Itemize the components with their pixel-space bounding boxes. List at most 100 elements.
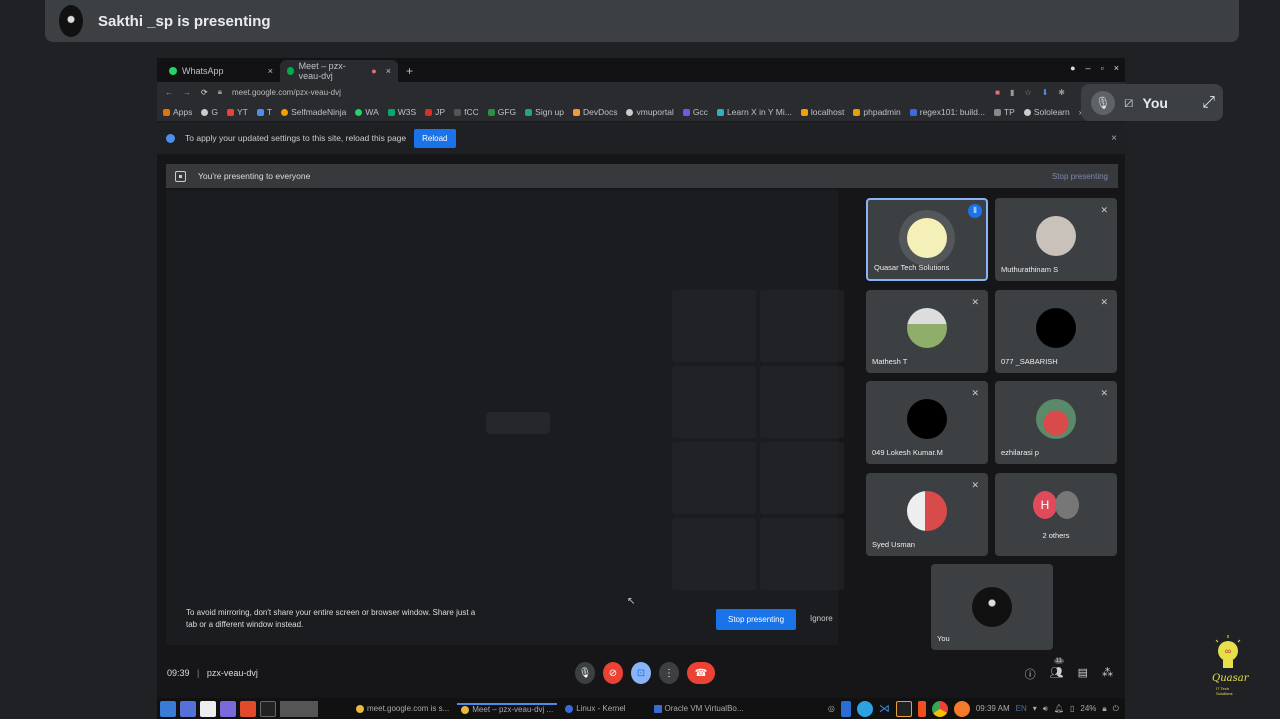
forward-icon[interactable]: →	[183, 88, 191, 97]
bookmark[interactable]: phpadmin	[853, 107, 901, 117]
new-tab-button[interactable]: +	[406, 60, 413, 82]
power-icon[interactable]: ⏻	[1113, 704, 1119, 714]
stop-presenting-button[interactable]: Stop presenting	[716, 609, 797, 630]
back-icon[interactable]: ←	[165, 88, 173, 97]
terminal-icon[interactable]	[260, 700, 276, 717]
telegram-icon[interactable]	[856, 700, 873, 717]
taskbar-task[interactable]: Oracle VM VirtualBo...	[650, 704, 748, 713]
mic-off-icon[interactable]: 🎙︎	[1091, 90, 1115, 115]
people-icon[interactable]: 👥︎ 11	[1050, 658, 1064, 682]
wifi-icon[interactable]: ▾	[1033, 704, 1037, 713]
bookmark[interactable]: Sign up	[525, 107, 564, 117]
address-bar: ← → ⟳ 🔒︎ meet.google.com/pzx-veau-dvj ■ …	[157, 82, 1125, 102]
bookmark[interactable]: TP	[993, 107, 1015, 117]
participant-tile[interactable]: ✕ Muthurathinam S	[995, 198, 1117, 281]
shared-screen: WhatsApp × Meet – pzx-veau-dvj ● × + ● –…	[157, 58, 1125, 719]
mirrored-controls	[486, 412, 550, 434]
mic-off-icon: ✕	[1100, 297, 1108, 307]
participant-tile-others[interactable]: H 2 others	[995, 473, 1117, 556]
chat-icon[interactable]: ▤	[1078, 666, 1088, 682]
star-icon[interactable]: ☆	[1024, 88, 1031, 97]
bookmark[interactable]: Apps	[163, 107, 192, 117]
tab-meet[interactable]: Meet – pzx-veau-dvj ● ×	[280, 60, 398, 82]
self-view-pill[interactable]: 🎙︎ ⧄ You ⤢	[1081, 84, 1223, 121]
camera-blocked-icon[interactable]: ■	[995, 88, 1000, 97]
volume-icon[interactable]: 🔊︎	[1043, 704, 1048, 714]
taskbar-task[interactable]: meet.google.com is s...	[352, 704, 453, 713]
maximize-icon[interactable]: ▫	[1101, 63, 1104, 73]
bookmark[interactable]: regex101: build...	[909, 107, 985, 117]
taskbar-task[interactable]: Linux - Kernel	[561, 704, 629, 713]
clock[interactable]: 09:39 AM	[976, 704, 1010, 713]
minimize-icon[interactable]: –	[1086, 63, 1091, 73]
firefox-icon[interactable]	[953, 700, 970, 717]
bookmark[interactable]: T	[256, 107, 272, 117]
close-icon[interactable]: ×	[1111, 133, 1117, 144]
participant-tile[interactable]: ✕ ezhilarasi p	[995, 381, 1117, 464]
url-field[interactable]: meet.google.com/pzx-veau-dvj	[232, 88, 341, 97]
participant-tile[interactable]: ⦀ Quasar Tech Solutions	[866, 198, 988, 281]
stop-presenting-link[interactable]: Stop presenting	[1052, 172, 1108, 181]
participant-tile-self[interactable]: You	[931, 564, 1053, 650]
reload-icon[interactable]: ⟳	[201, 88, 208, 97]
bookmark[interactable]: SelfmadeNinja	[281, 107, 346, 117]
bookmark[interactable]: WA	[355, 107, 379, 117]
bookmark[interactable]: G	[201, 107, 218, 117]
files-icon[interactable]	[200, 700, 216, 717]
bookmark[interactable]: DevDocs	[573, 107, 617, 117]
bookmark[interactable]: GFG	[487, 107, 516, 117]
camera-off-button[interactable]: ⊘	[603, 662, 623, 684]
chrome-launcher-icon[interactable]	[280, 700, 318, 717]
close-icon[interactable]: ×	[386, 66, 391, 76]
camera-off-icon[interactable]: ⧄	[1124, 94, 1134, 111]
bookmark[interactable]: fCC	[454, 107, 479, 117]
bookmark[interactable]: Gcc	[682, 107, 708, 117]
tab-whatsapp[interactable]: WhatsApp ×	[162, 60, 280, 82]
present-screen-icon	[175, 170, 186, 182]
reload-button[interactable]: Reload	[414, 128, 456, 148]
more-options-button[interactable]: ⋮	[659, 662, 679, 684]
kali-menu-icon[interactable]	[160, 700, 176, 717]
avatar	[1036, 399, 1076, 439]
participant-tile[interactable]: ✕ Syed Usman	[866, 473, 988, 556]
terminal-red-icon[interactable]	[240, 700, 256, 717]
bookmark[interactable]: JP	[425, 107, 445, 117]
language-indicator[interactable]: EN	[1016, 704, 1027, 713]
taskbar-task[interactable]: Meet – pzx-veau-dvj ...	[457, 703, 558, 714]
bookmark[interactable]: YT	[227, 107, 248, 117]
mic-off-icon: ✕	[1100, 388, 1108, 398]
meeting-info: 09:39 | pzx-veau-dvj	[167, 668, 258, 678]
info-icon[interactable]: ⓘ	[1025, 666, 1036, 682]
bookmark[interactable]: localhost	[800, 107, 844, 117]
figma-icon[interactable]	[917, 700, 926, 717]
sublime-icon[interactable]	[895, 700, 912, 717]
expand-icon[interactable]: ⤢	[1202, 94, 1215, 112]
present-button[interactable]: ⊡	[631, 662, 651, 684]
close-window-icon[interactable]: ×	[1114, 63, 1119, 73]
ignore-button[interactable]: Ignore	[810, 614, 833, 623]
lock-icon[interactable]: 🔒︎	[1102, 704, 1106, 714]
workspace-icon[interactable]	[180, 700, 196, 717]
download-icon[interactable]: ⬇	[1042, 88, 1049, 97]
bookmark[interactable]: W3S	[387, 107, 416, 117]
activities-icon[interactable]: ⁂	[1102, 666, 1113, 682]
notification-icon[interactable]: 🔔︎	[1054, 704, 1064, 713]
profile-icon[interactable]: ●	[1070, 63, 1075, 73]
app-icon[interactable]	[840, 700, 851, 717]
mic-button[interactable]: 🎙︎	[575, 662, 595, 684]
mic-icon[interactable]: ▮	[1010, 88, 1014, 97]
bookmark[interactable]: Sololearn	[1023, 107, 1070, 117]
obs-icon[interactable]: ◎	[828, 704, 835, 713]
participant-name: ezhilarasi p	[1001, 448, 1039, 457]
bookmark[interactable]: vmuportal	[626, 107, 674, 117]
participant-tile[interactable]: ✕ 077 _SABARISH	[995, 290, 1117, 373]
editor-icon[interactable]	[220, 700, 236, 717]
vscode-icon[interactable]: ⋊	[879, 702, 890, 715]
chrome-icon[interactable]	[931, 700, 948, 717]
bookmark[interactable]: Learn X in Y Mi...	[716, 107, 792, 117]
extension-icon[interactable]: ✱	[1058, 88, 1065, 97]
participant-tile[interactable]: ✕ Mathesh T	[866, 290, 988, 373]
participant-tile[interactable]: ✕ 049 Lokesh Kumar.M	[866, 381, 988, 464]
close-icon[interactable]: ×	[268, 66, 273, 76]
end-call-button[interactable]: ☎︎	[687, 662, 715, 684]
